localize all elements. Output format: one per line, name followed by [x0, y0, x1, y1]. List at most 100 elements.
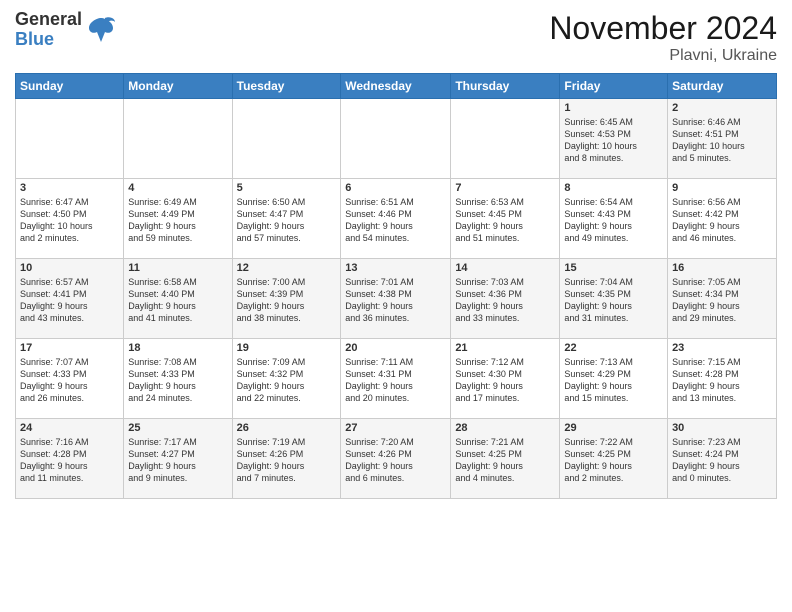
day-number: 21 — [455, 342, 555, 354]
table-row: 6 Sunrise: 6:51 AM Sunset: 4:46 PM Daylig… — [341, 179, 451, 259]
header-sunday: Sunday — [16, 74, 124, 99]
day-info: Sunrise: 7:08 AM Sunset: 4:33 PM Dayligh… — [128, 356, 227, 405]
table-row: 24 Sunrise: 7:16 AM Sunset: 4:28 PM Dayli… — [16, 419, 124, 499]
day-info: Sunrise: 6:49 AM Sunset: 4:49 PM Dayligh… — [128, 196, 227, 245]
day-info: Sunrise: 7:13 AM Sunset: 4:29 PM Dayligh… — [564, 356, 663, 405]
day-number: 28 — [455, 422, 555, 434]
day-info: Sunrise: 7:15 AM Sunset: 4:28 PM Dayligh… — [672, 356, 772, 405]
table-row: 12 Sunrise: 7:00 AM Sunset: 4:39 PM Dayli… — [232, 259, 341, 339]
day-info: Sunrise: 7:12 AM Sunset: 4:30 PM Dayligh… — [455, 356, 555, 405]
table-row: 27 Sunrise: 7:20 AM Sunset: 4:26 PM Dayli… — [341, 419, 451, 499]
table-row — [451, 99, 560, 179]
day-number: 18 — [128, 342, 227, 354]
logo: General Blue — [15, 10, 117, 50]
table-row: 25 Sunrise: 7:17 AM Sunset: 4:27 PM Dayli… — [124, 419, 232, 499]
day-number: 13 — [345, 262, 446, 274]
day-info: Sunrise: 6:45 AM Sunset: 4:53 PM Dayligh… — [564, 116, 663, 165]
day-info: Sunrise: 7:16 AM Sunset: 4:28 PM Dayligh… — [20, 436, 119, 485]
day-number: 16 — [672, 262, 772, 274]
day-info: Sunrise: 6:58 AM Sunset: 4:40 PM Dayligh… — [128, 276, 227, 325]
day-number: 27 — [345, 422, 446, 434]
logo-blue: Blue — [15, 30, 82, 50]
day-number: 26 — [237, 422, 337, 434]
table-row: 20Sunrise: 7:11 AM Sunset: 4:31 PM Dayli… — [341, 339, 451, 419]
table-row: 3 Sunrise: 6:47 AM Sunset: 4:50 PM Daylig… — [16, 179, 124, 259]
day-info: Sunrise: 6:57 AM Sunset: 4:41 PM Dayligh… — [20, 276, 119, 325]
table-row: 16 Sunrise: 7:05 AM Sunset: 4:34 PM Dayli… — [668, 259, 777, 339]
day-number: 4 — [128, 182, 227, 194]
table-row: 7Sunrise: 6:53 AM Sunset: 4:45 PM Daylig… — [451, 179, 560, 259]
day-number: 22 — [564, 342, 663, 354]
day-info: Sunrise: 7:07 AM Sunset: 4:33 PM Dayligh… — [20, 356, 119, 405]
day-number: 6 — [345, 182, 446, 194]
day-info: Sunrise: 7:23 AM Sunset: 4:24 PM Dayligh… — [672, 436, 772, 485]
table-row: 5Sunrise: 6:50 AM Sunset: 4:47 PM Daylig… — [232, 179, 341, 259]
day-info: Sunrise: 6:46 AM Sunset: 4:51 PM Dayligh… — [672, 116, 772, 165]
table-row: 14 Sunrise: 7:03 AM Sunset: 4:36 PM Dayli… — [451, 259, 560, 339]
day-info: Sunrise: 7:01 AM Sunset: 4:38 PM Dayligh… — [345, 276, 446, 325]
week-row-0: 1Sunrise: 6:45 AM Sunset: 4:53 PM Daylig… — [16, 99, 777, 179]
table-row — [124, 99, 232, 179]
day-number: 14 — [455, 262, 555, 274]
day-number: 25 — [128, 422, 227, 434]
header-wednesday: Wednesday — [341, 74, 451, 99]
header-saturday: Saturday — [668, 74, 777, 99]
header-tuesday: Tuesday — [232, 74, 341, 99]
day-number: 8 — [564, 182, 663, 194]
table-row: 4 Sunrise: 6:49 AM Sunset: 4:49 PM Daylig… — [124, 179, 232, 259]
table-row: 26 Sunrise: 7:19 AM Sunset: 4:26 PM Dayli… — [232, 419, 341, 499]
table-row: 15Sunrise: 7:04 AM Sunset: 4:35 PM Dayli… — [560, 259, 668, 339]
day-info: Sunrise: 7:09 AM Sunset: 4:32 PM Dayligh… — [237, 356, 337, 405]
day-info: Sunrise: 7:21 AM Sunset: 4:25 PM Dayligh… — [455, 436, 555, 485]
table-row: 1Sunrise: 6:45 AM Sunset: 4:53 PM Daylig… — [560, 99, 668, 179]
table-row: 9Sunrise: 6:56 AM Sunset: 4:42 PM Daylig… — [668, 179, 777, 259]
day-number: 20 — [345, 342, 446, 354]
table-row: 21 Sunrise: 7:12 AM Sunset: 4:30 PM Dayli… — [451, 339, 560, 419]
calendar-table: Sunday Monday Tuesday Wednesday Thursday… — [15, 73, 777, 499]
day-info: Sunrise: 7:03 AM Sunset: 4:36 PM Dayligh… — [455, 276, 555, 325]
day-number: 12 — [237, 262, 337, 274]
day-number: 19 — [237, 342, 337, 354]
header-friday: Friday — [560, 74, 668, 99]
day-info: Sunrise: 7:05 AM Sunset: 4:34 PM Dayligh… — [672, 276, 772, 325]
logo-general: General — [15, 10, 82, 30]
day-number: 2 — [672, 102, 772, 114]
table-row: 8Sunrise: 6:54 AM Sunset: 4:43 PM Daylig… — [560, 179, 668, 259]
day-number: 24 — [20, 422, 119, 434]
day-number: 30 — [672, 422, 772, 434]
header-monday: Monday — [124, 74, 232, 99]
day-info: Sunrise: 6:47 AM Sunset: 4:50 PM Dayligh… — [20, 196, 119, 245]
header: General Blue November 2024 Plavni, Ukrai… — [15, 10, 777, 65]
day-number: 7 — [455, 182, 555, 194]
day-number: 11 — [128, 262, 227, 274]
table-row: 13 Sunrise: 7:01 AM Sunset: 4:38 PM Dayli… — [341, 259, 451, 339]
day-number: 3 — [20, 182, 119, 194]
table-row: 23Sunrise: 7:15 AM Sunset: 4:28 PM Dayli… — [668, 339, 777, 419]
day-number: 29 — [564, 422, 663, 434]
table-row: 10Sunrise: 6:57 AM Sunset: 4:41 PM Dayli… — [16, 259, 124, 339]
logo-bird-icon — [85, 14, 117, 46]
table-row: 29 Sunrise: 7:22 AM Sunset: 4:25 PM Dayli… — [560, 419, 668, 499]
week-row-4: 24 Sunrise: 7:16 AM Sunset: 4:28 PM Dayli… — [16, 419, 777, 499]
day-number: 17 — [20, 342, 119, 354]
table-row: 30 Sunrise: 7:23 AM Sunset: 4:24 PM Dayli… — [668, 419, 777, 499]
week-row-1: 3 Sunrise: 6:47 AM Sunset: 4:50 PM Daylig… — [16, 179, 777, 259]
day-info: Sunrise: 7:22 AM Sunset: 4:25 PM Dayligh… — [564, 436, 663, 485]
table-row: 28 Sunrise: 7:21 AM Sunset: 4:25 PM Dayli… — [451, 419, 560, 499]
weekday-header-row: Sunday Monday Tuesday Wednesday Thursday… — [16, 74, 777, 99]
page: General Blue November 2024 Plavni, Ukrai… — [0, 0, 792, 612]
day-info: Sunrise: 7:00 AM Sunset: 4:39 PM Dayligh… — [237, 276, 337, 325]
title-block: November 2024 Plavni, Ukraine — [549, 10, 777, 65]
day-info: Sunrise: 7:20 AM Sunset: 4:26 PM Dayligh… — [345, 436, 446, 485]
week-row-3: 17 Sunrise: 7:07 AM Sunset: 4:33 PM Dayli… — [16, 339, 777, 419]
day-number: 15 — [564, 262, 663, 274]
day-info: Sunrise: 7:17 AM Sunset: 4:27 PM Dayligh… — [128, 436, 227, 485]
header-thursday: Thursday — [451, 74, 560, 99]
table-row: 22 Sunrise: 7:13 AM Sunset: 4:29 PM Dayli… — [560, 339, 668, 419]
day-info: Sunrise: 6:51 AM Sunset: 4:46 PM Dayligh… — [345, 196, 446, 245]
day-info: Sunrise: 6:50 AM Sunset: 4:47 PM Dayligh… — [237, 196, 337, 245]
table-row — [16, 99, 124, 179]
table-row: 11 Sunrise: 6:58 AM Sunset: 4:40 PM Dayli… — [124, 259, 232, 339]
table-row: 2 Sunrise: 6:46 AM Sunset: 4:51 PM Daylig… — [668, 99, 777, 179]
day-info: Sunrise: 7:19 AM Sunset: 4:26 PM Dayligh… — [237, 436, 337, 485]
